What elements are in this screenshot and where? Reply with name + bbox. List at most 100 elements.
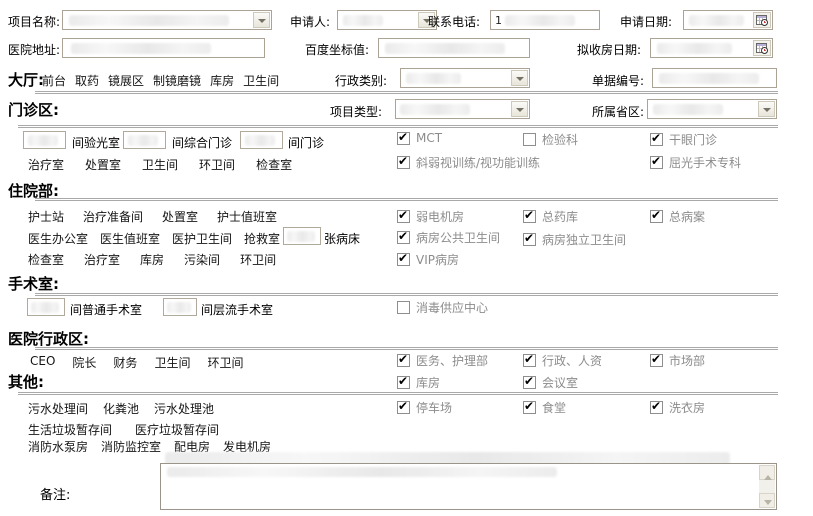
redacted-text xyxy=(71,43,211,54)
remarks-textarea[interactable] xyxy=(160,463,777,510)
bed-count-input[interactable] xyxy=(283,227,321,245)
laminar-or-count-input[interactable] xyxy=(163,298,197,316)
vision-training-checkbox[interactable] xyxy=(397,156,410,169)
remarks-scrollbar[interactable] xyxy=(759,465,775,508)
room-label: 化粪池 xyxy=(103,400,139,417)
room-label: 治疗准备间 xyxy=(83,208,143,225)
phone-value: 1 xyxy=(495,14,502,27)
calendar-icon[interactable] xyxy=(753,40,771,56)
meeting-room-checkbox[interactable] xyxy=(523,376,536,389)
chevron-down-icon[interactable] xyxy=(511,101,528,117)
disinfection-center-checkbox[interactable] xyxy=(397,301,410,314)
separator xyxy=(18,392,778,395)
count-suffix-label: 间验光室 xyxy=(72,134,120,151)
parking-checkbox[interactable] xyxy=(397,401,410,414)
weak-current-room-checkbox[interactable] xyxy=(397,210,410,223)
remarks-label: 备注: xyxy=(40,484,70,503)
checkbox-label: 总病案 xyxy=(669,208,705,225)
checkbox-label: 总药库 xyxy=(542,208,578,225)
baidu-coord-label: 百度坐标值: xyxy=(305,41,369,58)
vip-ward-checkbox[interactable] xyxy=(397,253,410,266)
checkbox-label: 病房公共卫生间 xyxy=(416,229,500,246)
bed-suffix-label: 张病床 xyxy=(324,230,360,247)
chevron-down-icon[interactable] xyxy=(758,101,775,117)
checkbox-item-laundry: 洗衣房 xyxy=(650,399,705,416)
dry-eye-checkbox[interactable] xyxy=(650,133,663,146)
ward-public-toilet-checkbox[interactable] xyxy=(397,231,410,244)
lab-dept-checkbox[interactable] xyxy=(523,133,536,146)
central-pharmacy-checkbox[interactable] xyxy=(523,210,536,223)
admin-hr-checkbox[interactable] xyxy=(523,354,536,367)
room-label: 卫生间 xyxy=(243,72,279,89)
phone-input[interactable]: 1 xyxy=(490,10,600,30)
chevron-down-icon[interactable] xyxy=(511,70,528,86)
optometry-room-count-input[interactable] xyxy=(23,131,66,149)
medical-records-checkbox[interactable] xyxy=(650,210,663,223)
redacted-text xyxy=(657,43,732,54)
project-name-select[interactable] xyxy=(62,10,272,30)
redacted-text xyxy=(31,302,59,313)
general-clinic-count-input[interactable] xyxy=(123,131,166,149)
room-label: 污染间 xyxy=(184,251,220,268)
scroll-down-icon[interactable] xyxy=(759,493,775,508)
storeroom-checkbox[interactable] xyxy=(397,376,410,389)
province-select[interactable] xyxy=(647,99,777,119)
hospital-project-form: 项目名称: 申请人: 联系电话: 1 申请日期: 医院地址: xyxy=(0,0,813,516)
room-label: 治疗室 xyxy=(84,251,120,268)
checkbox-item-refractive-surgery: 屈光手术专科 xyxy=(650,154,741,171)
refractive-surgery-checkbox[interactable] xyxy=(650,156,663,169)
room-label: 治疗室 xyxy=(28,156,64,173)
scroll-up-icon[interactable] xyxy=(759,465,775,480)
checkbox-item-weak-current-room: 弱电机房 xyxy=(397,208,464,225)
inpatient-rooms-row2: 医生办公室 医生值班室 医护卫生间 抢救室 xyxy=(28,230,280,247)
redacted-text xyxy=(69,15,229,26)
room-label: 医护卫生间 xyxy=(172,230,232,247)
room-label: 消防水泵房 xyxy=(28,438,88,455)
chevron-down-icon[interactable] xyxy=(253,12,270,28)
redacted-text xyxy=(653,104,723,115)
admin-category-label: 行政类别: xyxy=(335,72,387,89)
room-label: 检查室 xyxy=(256,156,292,173)
checkbox-label: 市场部 xyxy=(669,352,705,369)
checkbox-label: 会议室 xyxy=(542,374,578,391)
count-suffix-label: 间层流手术室 xyxy=(201,301,273,318)
checkbox-item-vip-ward: VIP病房 xyxy=(397,251,459,268)
receive-date-label: 拟收房日期: xyxy=(577,41,641,58)
checkbox-item-mct: MCT xyxy=(397,131,442,145)
room-label: 院长 xyxy=(72,354,96,371)
redacted-text xyxy=(406,73,461,84)
checkbox-label: VIP病房 xyxy=(416,251,459,268)
medical-nursing-dept-checkbox[interactable] xyxy=(397,354,410,367)
admin-category-select[interactable] xyxy=(400,68,530,88)
checkbox-label: 斜弱视训练/视功能训练 xyxy=(416,154,540,171)
apply-date-input[interactable] xyxy=(683,10,773,30)
hospital-address-input[interactable] xyxy=(62,38,265,58)
clinic-count-input[interactable] xyxy=(240,131,283,149)
province-label: 所属省区: xyxy=(592,103,644,120)
room-label: 制镜磨镜 xyxy=(153,72,201,89)
admin-section-title: 医院行政区: xyxy=(8,328,89,349)
other-rooms-row2: 生活垃圾暂存间 医疗垃圾暂存间 xyxy=(28,421,219,438)
applicant-select[interactable] xyxy=(337,10,437,30)
general-or-count-input[interactable] xyxy=(27,298,65,316)
checkbox-label: 检验科 xyxy=(542,131,578,148)
laundry-checkbox[interactable] xyxy=(650,401,663,414)
project-name-label: 项目名称: xyxy=(8,13,60,30)
checkbox-label: 库房 xyxy=(416,374,440,391)
baidu-coord-input[interactable] xyxy=(378,38,530,58)
room-label: 护士站 xyxy=(28,208,64,225)
room-label: 环卫间 xyxy=(207,354,243,371)
project-type-select[interactable] xyxy=(395,99,530,119)
receive-date-input[interactable] xyxy=(650,38,773,58)
calendar-icon[interactable] xyxy=(753,12,771,28)
redacted-text xyxy=(505,15,575,26)
checkbox-item-disinfection-center: 消毒供应中心 xyxy=(397,299,488,316)
redacted-text xyxy=(287,231,315,242)
mct-checkbox[interactable] xyxy=(397,132,410,145)
separator xyxy=(18,125,778,128)
marketing-dept-checkbox[interactable] xyxy=(650,354,663,367)
outpatient-section-title: 门诊区: xyxy=(8,99,59,120)
doc-number-input[interactable] xyxy=(652,68,777,88)
canteen-checkbox[interactable] xyxy=(523,401,536,414)
ward-private-toilet-checkbox[interactable] xyxy=(523,233,536,246)
